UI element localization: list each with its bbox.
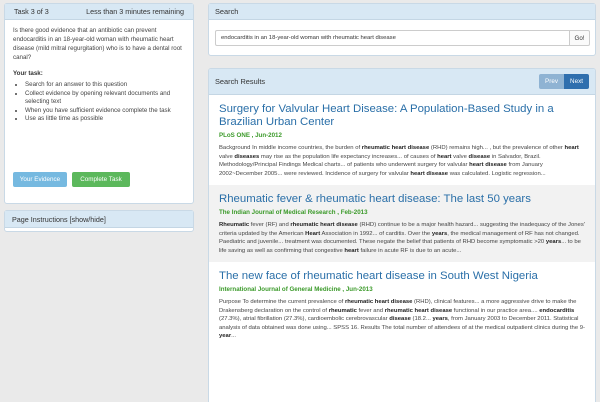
your-evidence-button[interactable]: Your Evidence: [13, 172, 67, 187]
task-list: Search for an answer to this question Co…: [13, 81, 185, 124]
snippet-text: valve: [219, 153, 235, 160]
go-button[interactable]: Go!: [570, 30, 590, 46]
task-buttons: Your Evidence Complete Task: [13, 172, 130, 187]
your-task-label: Your task:: [13, 70, 43, 77]
result-source: The Indian Journal of Medical Research ,…: [219, 209, 368, 216]
search-input[interactable]: [215, 30, 570, 46]
task-title: Task 3 of 3: [14, 7, 49, 16]
page-instructions-panel: Page Instructions [show/hide]: [4, 210, 194, 232]
snippet-text: Association in 1992... of carditis. Over…: [320, 230, 432, 237]
result-source: International Journal of General Medicin…: [219, 286, 373, 293]
highlighted-term: Heart: [305, 230, 321, 237]
highlighted-term: heart disease: [410, 170, 449, 177]
snippet-text: Background In middle income countries, t…: [219, 145, 362, 151]
task-header: Task 3 of 3 Less than 3 minutes remainin…: [5, 4, 193, 20]
highlighted-term: year: [219, 333, 232, 339]
highlighted-term: rheumatic heart disease: [344, 299, 413, 305]
result-source: PLoS ONE , Jun-2012: [219, 132, 282, 139]
page-instructions-toggle[interactable]: Page Instructions [show/hide]: [5, 211, 193, 228]
result-snippet: Rheumatic fever (RF) and rheumatic heart…: [219, 221, 585, 255]
snippet-text: failure in acute RF is due to an acute..…: [358, 247, 462, 254]
result-snippet: Background In middle income countries, t…: [219, 144, 585, 178]
snippet-text: (27.3%), atrial fibrillation (27.3%), ca…: [219, 316, 390, 322]
highlighted-term: disease: [468, 153, 491, 160]
highlighted-term: rheumatic heart disease: [384, 307, 453, 314]
search-row: Go!: [215, 30, 595, 46]
highlighted-term: diseases: [234, 153, 260, 160]
search-heading: Search: [209, 4, 595, 20]
snippet-text: (RHD) remains high... , but the prevalen…: [429, 145, 565, 151]
snippet-text: Purpose To determine the current prevale…: [219, 299, 345, 305]
snippet-text: (18.2...: [410, 316, 433, 322]
next-button[interactable]: Next: [564, 74, 589, 89]
task-list-item: When you have sufficient evidence comple…: [25, 107, 185, 116]
highlighted-term: heart: [344, 247, 359, 254]
result-item: Rheumatic fever & rheumatic heart diseas…: [209, 185, 595, 262]
results-header: Search Results Prev Next: [209, 69, 595, 95]
result-item: Surgery for Valvular Heart Disease: A Po…: [209, 95, 595, 185]
snippet-text: valve: [451, 153, 469, 160]
task-list-item: Collect evidence by opening relevant doc…: [25, 90, 185, 107]
highlighted-term: rheumatic: [328, 307, 357, 314]
highlighted-term: heart: [437, 153, 452, 160]
highlighted-term: endocarditis: [539, 307, 575, 314]
snippet-text: may rise as the population life expectan…: [259, 153, 438, 160]
snippet-text: ...: [231, 333, 237, 339]
highlighted-term: rheumatic heart disease: [290, 222, 358, 228]
highlighted-term: years: [432, 316, 448, 322]
task-list-item: Search for an answer to this question: [25, 81, 185, 90]
snippet-text: functional in our practice area....: [452, 307, 540, 314]
highlighted-term: years: [431, 230, 448, 237]
result-snippet: Purpose To determine the current prevale…: [219, 298, 585, 341]
timer-text: Less than 3 minutes remaining: [86, 7, 184, 16]
pager: Prev Next: [539, 74, 589, 89]
highlighted-term: Rheumatic: [219, 222, 250, 228]
complete-task-button[interactable]: Complete Task: [72, 172, 130, 187]
result-title-link[interactable]: The new face of rheumatic heart disease …: [219, 270, 585, 283]
highlighted-term: disease: [389, 316, 411, 322]
search-results-panel: Search Results Prev Next Surgery for Val…: [208, 68, 596, 402]
result-item: The new face of rheumatic heart disease …: [209, 262, 595, 348]
search-panel: Search Go!: [208, 3, 596, 56]
task-list-item: Use as little time as possible: [25, 115, 185, 124]
highlighted-term: rheumatic heart disease: [361, 145, 430, 151]
snippet-text: fever (RF) and: [249, 222, 291, 228]
task-body: Is there good evidence that an antibioti…: [5, 20, 193, 130]
task-question: Is there good evidence that an antibioti…: [13, 27, 182, 61]
snippet-text: was calculated. Logistic regression...: [448, 170, 546, 177]
result-title-link[interactable]: Surgery for Valvular Heart Disease: A Po…: [219, 103, 585, 129]
prev-button[interactable]: Prev: [539, 74, 564, 89]
snippet-text: fever and: [356, 307, 385, 314]
highlighted-term: heart disease: [469, 162, 507, 168]
result-title-link[interactable]: Rheumatic fever & rheumatic heart diseas…: [219, 193, 585, 206]
highlighted-term: years: [545, 239, 562, 245]
results-heading: Search Results: [215, 77, 266, 86]
task-panel: Task 3 of 3 Less than 3 minutes remainin…: [4, 3, 194, 204]
highlighted-term: heart: [564, 145, 579, 151]
